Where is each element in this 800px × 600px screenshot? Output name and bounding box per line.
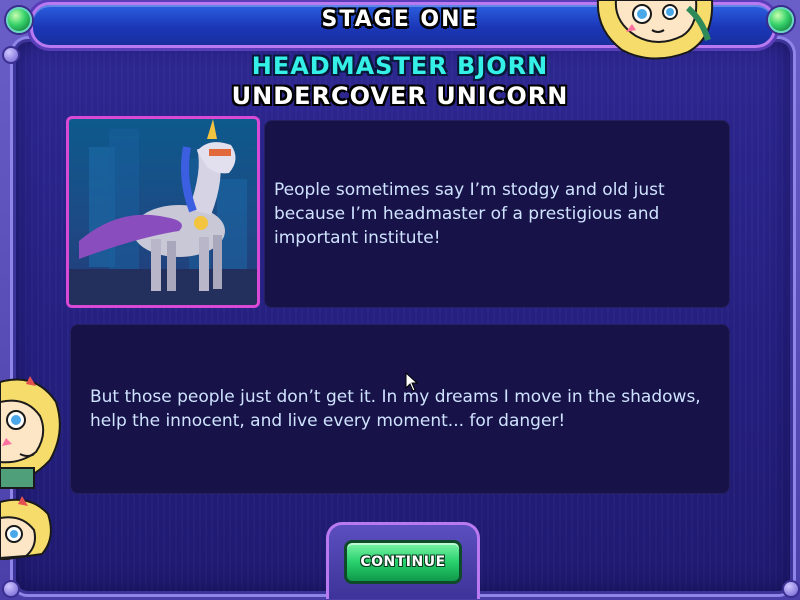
continue-button[interactable]: CONTINUE	[344, 540, 462, 584]
mascot-left-icon	[0, 376, 61, 489]
bolt-icon	[782, 580, 800, 598]
character-portrait	[66, 116, 260, 308]
character-name: HEADMASTER BJORN	[251, 52, 549, 80]
mascot-bottom-left-icon	[0, 496, 52, 560]
dialog-text-1: People sometimes say I’m stodgy and old …	[274, 180, 665, 248]
dialog-box-2: But those people just don’t get it. In m…	[70, 324, 730, 494]
mouse-cursor-icon	[405, 372, 419, 392]
dialog-box-1: People sometimes say I’m stodgy and old …	[264, 120, 730, 308]
bolt-icon	[2, 580, 20, 598]
character-title: UNDERCOVER UNICORN	[231, 82, 569, 110]
continue-button-label: CONTINUE	[360, 554, 446, 570]
game-frame: STAGE ONE HEADMASTER BJORN UNDERCOVER UN…	[0, 0, 800, 600]
dialog-text-2: But those people just don’t get it. In m…	[90, 387, 701, 431]
unicorn-portrait-icon	[69, 119, 257, 305]
